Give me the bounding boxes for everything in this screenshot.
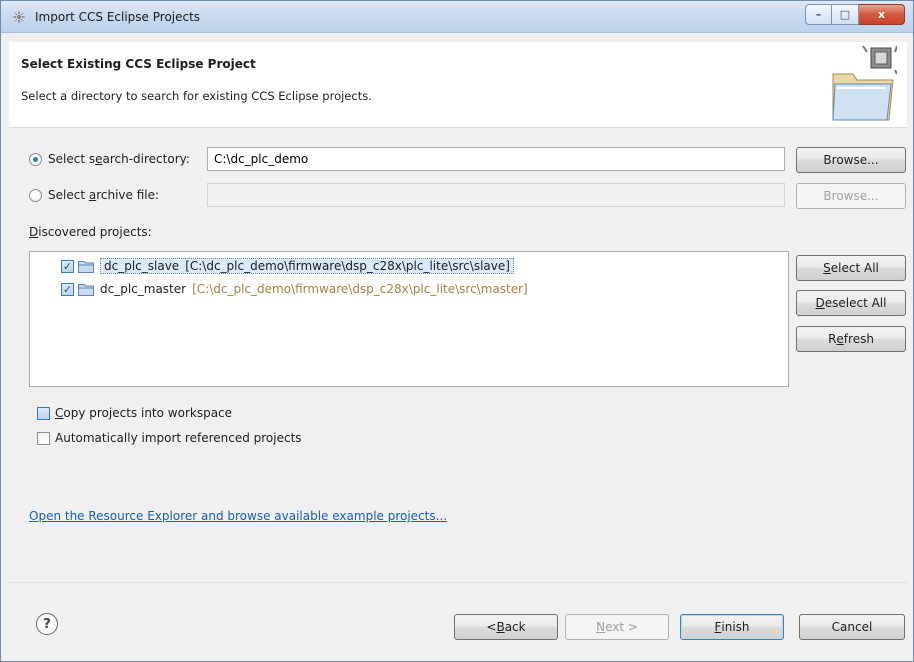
next-button[interactable]: Next > — [565, 614, 669, 640]
page-title: Select Existing CCS Eclipse Project — [21, 57, 256, 71]
copy-projects-option[interactable]: Copy projects into workspace — [37, 406, 232, 420]
refresh-button[interactable]: Re fresh — [796, 326, 906, 352]
ccs-app-icon — [12, 10, 26, 24]
project-path: [C:\dc_plc_demo\firmware\dsp_c28x\plc_li… — [185, 259, 510, 273]
finish-button[interactable]: Finish — [680, 614, 784, 640]
search-directory-option[interactable]: Select search-directory: — [29, 152, 190, 166]
resource-explorer-link[interactable]: Open the Resource Explorer and browse av… — [29, 509, 447, 523]
wizard-banner: Select Existing CCS Eclipse Project Sele… — [9, 42, 907, 128]
project-name: dc_plc_master — [100, 282, 187, 296]
list-item-project[interactable]: ✓ dc_plc_slave [C:\dc_plc_demo\firmware\d… — [61, 257, 514, 275]
search-directory-radio[interactable] — [29, 152, 42, 166]
minimize-button[interactable]: – — [805, 4, 832, 25]
project-checkbox[interactable]: ✓ — [61, 282, 74, 296]
auto-import-checkbox[interactable] — [37, 431, 50, 445]
search-directory-input[interactable] — [207, 147, 785, 171]
project-folder-icon — [78, 260, 94, 273]
discovered-projects-label: Discovered projects: — [29, 225, 152, 239]
back-button[interactable]: < Back — [454, 614, 558, 640]
deselect-all-button[interactable]: Deselect All — [796, 290, 906, 316]
auto-import-label: Automatically import referenced projects — [55, 431, 302, 445]
maximize-button[interactable]: □ — [832, 4, 859, 25]
cancel-button[interactable]: Cancel — [799, 614, 905, 640]
copy-projects-label: Copy projects into workspace — [55, 406, 233, 420]
project-path: [C:\dc_plc_demo\firmware\dsp_c28x\plc_li… — [192, 282, 528, 296]
archive-file-radio[interactable] — [29, 188, 42, 202]
window-title: Import CCS Eclipse Projects — [35, 10, 201, 24]
help-icon[interactable]: ? — [36, 613, 58, 635]
project-folder-icon — [78, 283, 94, 296]
page-description: Select a directory to search for existin… — [21, 89, 372, 103]
select-all-button[interactable]: Select All — [796, 255, 906, 281]
caption-buttons: – □ x — [805, 4, 905, 25]
auto-import-option[interactable]: Automatically import referenced projects — [37, 431, 302, 445]
project-entry: dc_plc_slave [C:\dc_plc_demo\firmware\dsp… — [100, 258, 514, 274]
project-entry: dc_plc_master [C:\dc_plc_demo\firmware\ds… — [100, 282, 528, 296]
archive-file-label: Select archive file: — [48, 188, 160, 202]
search-directory-label: Select search-directory: — [48, 152, 190, 166]
browse-archive-button[interactable]: Browse... — [796, 183, 906, 209]
archive-file-option[interactable]: Select archive file: — [29, 188, 159, 202]
import-folder-icon — [832, 45, 897, 121]
close-button[interactable]: x — [859, 4, 905, 25]
title-bar[interactable]: Import CCS Eclipse Projects – □ x — [1, 1, 913, 33]
import-dialog: Import CCS Eclipse Projects – □ x Select… — [0, 0, 914, 662]
copy-projects-checkbox[interactable] — [37, 406, 50, 420]
list-item-project[interactable]: ✓ dc_plc_master [C:\dc_plc_demo\firmware\… — [61, 280, 528, 298]
archive-file-input[interactable] — [207, 183, 785, 207]
project-checkbox[interactable]: ✓ — [61, 259, 74, 273]
project-name: dc_plc_slave — [104, 259, 180, 273]
browse-directory-button[interactable]: Browse... — [796, 147, 906, 173]
